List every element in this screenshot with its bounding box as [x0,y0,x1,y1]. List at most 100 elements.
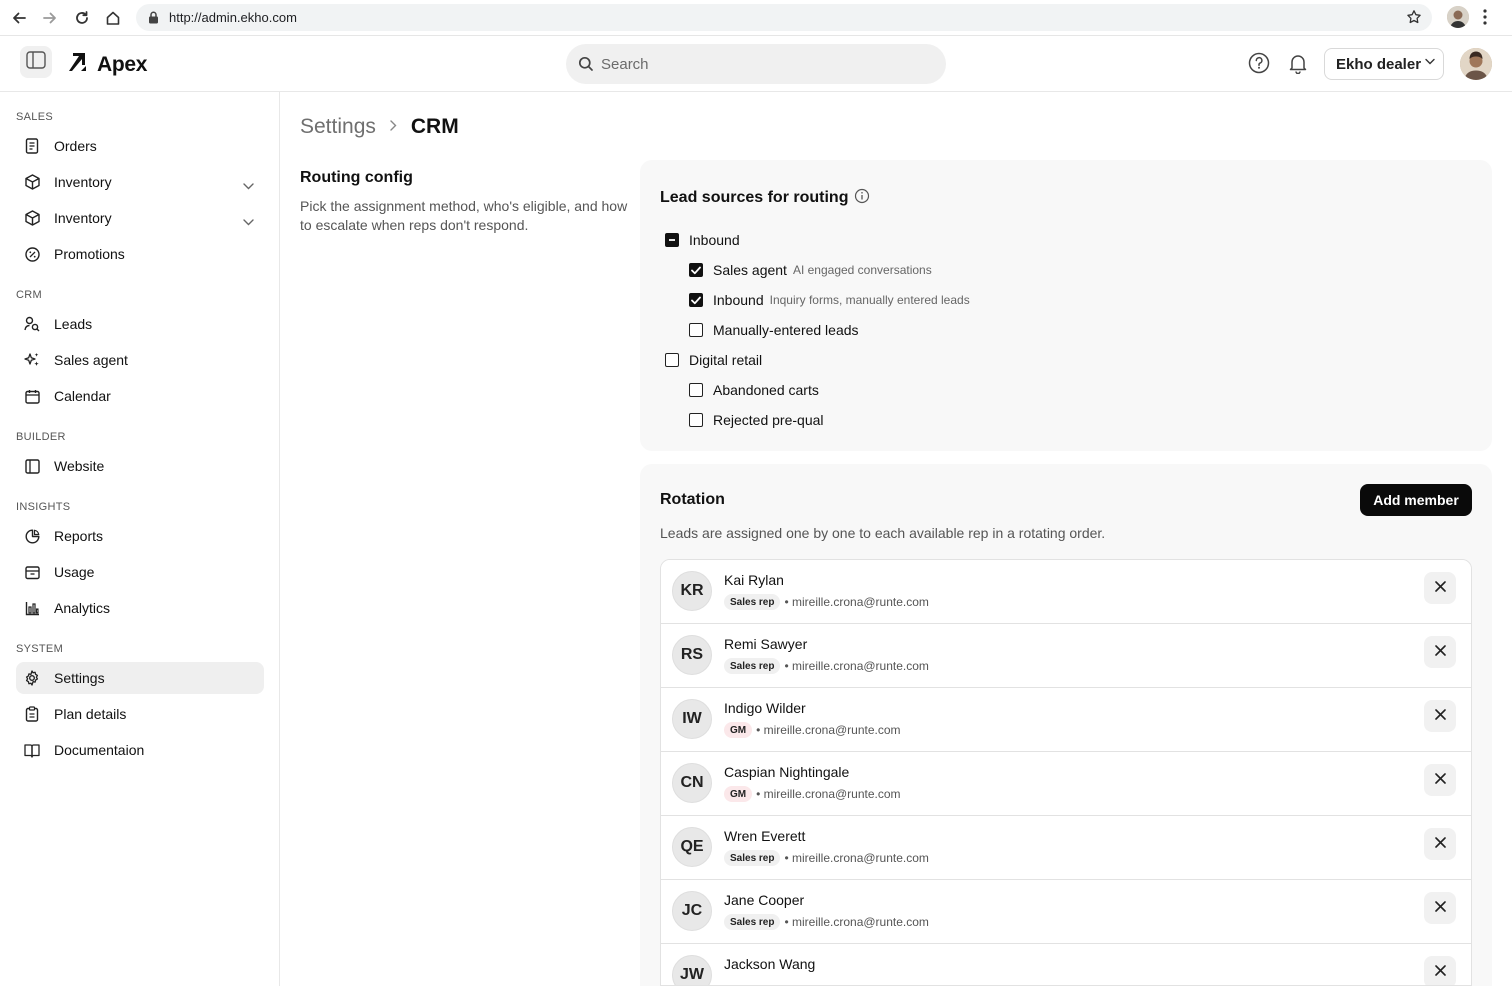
search-input[interactable] [601,54,931,74]
notifications-bell-icon[interactable] [1287,52,1309,79]
reload-icon[interactable] [72,8,92,28]
lock-icon [148,11,159,29]
sidebar-item-label: Leads [54,316,93,332]
user-avatar[interactable] [1460,48,1492,80]
sidebar-item-plan-details[interactable]: Plan details [16,698,264,730]
bookmark-star-icon[interactable] [1406,9,1422,30]
search-box[interactable] [566,44,946,84]
sidebar-item-reports[interactable]: Reports [16,520,264,552]
lead-source-abandoned-carts[interactable]: Abandoned carts [689,380,819,400]
sidebar-section-crm: CRM [16,289,42,301]
lead-source-digital-retail-group[interactable]: Digital retail [665,350,762,370]
sidebar-item-label: Documentaion [54,742,145,758]
member-row: QE Wren Everett Sales rep • mireille.cro… [661,816,1471,880]
checkbox-unchecked[interactable] [665,353,679,367]
breadcrumb: Settings CRM [300,115,459,139]
sidebar-item-usage[interactable]: Usage [16,556,264,588]
member-row: KR Kai Rylan Sales rep • mireille.crona@… [661,560,1471,624]
routing-config-title: Routing config [300,169,413,186]
address-bar[interactable]: http://admin.ekho.com [136,4,1432,31]
sidebar-item-label: Reports [54,528,104,544]
close-icon [1434,707,1446,725]
sidebar-item-leads[interactable]: Leads [16,308,264,340]
sidebar-toggle-button[interactable] [20,46,52,78]
member-avatar: CN [672,763,712,803]
page-title: CRM [410,115,459,138]
lead-source-label: Inbound [713,292,764,308]
checkbox-unchecked[interactable] [689,383,703,397]
sparkles-icon [24,352,40,368]
sidebar-section-builder: BUILDER [16,431,66,443]
sidebar-item-website[interactable]: Website [16,450,264,482]
sidebar-item-inventory[interactable]: Inventory [16,166,264,198]
member-email: • mireille.crona@runte.com [784,915,929,929]
member-email: • mireille.crona@runte.com [756,723,901,737]
lead-source-manually-entered[interactable]: Manually-entered leads [689,320,859,340]
sidebar-item-label: Website [54,458,105,474]
lead-source-inbound-group[interactable]: Inbound [665,230,740,250]
back-icon[interactable] [9,8,29,28]
member-avatar: RS [672,635,712,675]
member-email: • mireille.crona@runte.com [784,595,929,609]
sidebar: SALES Orders Inventory Inventory Promoti… [0,92,280,986]
discount-badge-icon [24,246,40,262]
checkbox-unchecked[interactable] [689,323,703,337]
lead-source-sales-agent[interactable]: Sales agent AI engaged conversations [689,260,932,280]
lead-source-label: Digital retail [689,352,763,368]
help-icon[interactable] [1248,52,1270,79]
apex-logo[interactable]: Apex [67,52,147,77]
member-row: RS Remi Sawyer Sales rep • mireille.cron… [661,624,1471,688]
gear-icon [24,670,40,686]
apex-logo-mark-icon [67,52,89,77]
remove-member-button[interactable] [1424,764,1456,796]
chevron-down-icon[interactable] [243,177,254,195]
chevron-down-icon[interactable] [243,213,254,231]
member-name: Wren Everett [724,828,806,844]
sidebar-item-promotions[interactable]: Promotions [16,238,264,270]
remove-member-button[interactable] [1424,572,1456,604]
routing-config-description: Pick the assignment method, who's eligib… [300,198,628,233]
remove-member-button[interactable] [1424,956,1456,985]
remove-member-button[interactable] [1424,636,1456,668]
lead-sources-header: Lead sources for routing [660,187,870,209]
lead-source-label: Inbound [689,232,740,248]
info-icon[interactable] [854,188,870,209]
calendar-icon [24,388,40,404]
member-name: Caspian Nightingale [724,764,850,780]
sidebar-item-label: Settings [54,670,105,686]
remove-member-button[interactable] [1424,892,1456,924]
forward-icon[interactable] [40,8,60,28]
sidebar-item-documentation[interactable]: Documentaion [16,734,264,766]
add-member-button[interactable]: Add member [1360,484,1472,516]
breadcrumb-settings-link[interactable]: Settings [300,115,376,139]
browser-menu-icon[interactable] [1482,8,1488,31]
close-icon [1434,771,1446,789]
checkbox-indeterminate[interactable] [665,233,679,247]
dealer-switcher-button[interactable]: Ekho dealer [1324,48,1444,80]
sidebar-item-label: Usage [54,564,95,580]
member-name: Kai Rylan [724,572,784,588]
user-search-icon [24,316,40,332]
remove-member-button[interactable] [1424,700,1456,732]
browser-profile-avatar[interactable] [1447,6,1469,28]
sidebar-item-orders[interactable]: Orders [16,130,264,162]
home-icon[interactable] [103,8,123,28]
lead-sources-card: Lead sources for routing Inbound Sales a… [640,160,1492,451]
member-meta: Sales rep • mireille.crona@runte.com [724,594,929,610]
sidebar-item-analytics[interactable]: Analytics [16,592,264,624]
checkbox-unchecked[interactable] [689,413,703,427]
remove-member-button[interactable] [1424,828,1456,860]
book-icon [24,742,40,758]
sidebar-item-sales-agent[interactable]: Sales agent [16,344,264,376]
sidebar-toggle-icon [26,50,46,74]
role-badge: GM [724,722,753,738]
close-icon [1434,579,1446,597]
sidebar-item-inventory-2[interactable]: Inventory [16,202,264,234]
sidebar-item-calendar[interactable]: Calendar [16,380,264,412]
lead-source-rejected-prequal[interactable]: Rejected pre-qual [689,410,824,430]
checkbox-checked[interactable] [689,293,703,307]
checkbox-checked[interactable] [689,263,703,277]
sidebar-item-settings[interactable]: Settings [16,662,264,694]
rotation-title: Rotation [660,491,725,508]
lead-source-inbound[interactable]: Inbound Inquiry forms, manually entered … [689,290,970,310]
